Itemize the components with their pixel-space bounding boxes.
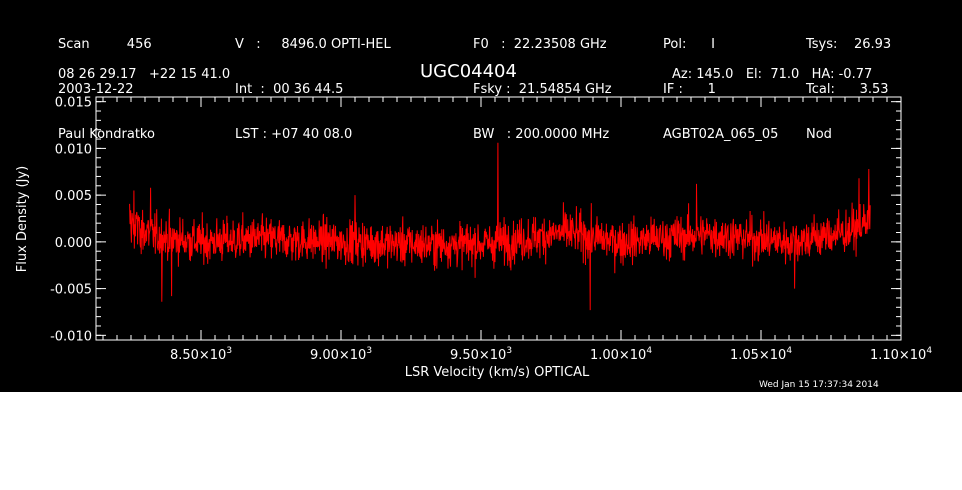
spectrum-chart: 0.015 0.010 0.005 0.000 -0.005 -0.010 8.50×103… — [15, 96, 932, 380]
y-tick-label: 0.000 — [55, 236, 92, 251]
y-tick-label: 0.005 — [55, 189, 92, 204]
y-tick-label: -0.010 — [50, 329, 92, 344]
x-tick-label: 8.50×103 — [170, 346, 232, 363]
series-layer — [129, 142, 871, 311]
y-tick-label: 0.010 — [55, 142, 92, 157]
y-tick-label: -0.005 — [50, 283, 92, 298]
x-axis-label: LSR Velocity (km/s) OPTICAL — [405, 365, 590, 380]
spectrum-series-line — [129, 142, 871, 311]
x-tick-label: 9.00×103 — [310, 346, 372, 363]
plot-panel: Scan 456 2003-12-22 Paul Kondratko V : 8… — [0, 0, 962, 392]
x-tick-label: 9.50×103 — [450, 346, 512, 363]
x-tick-label: 1.10×104 — [870, 346, 932, 363]
x-tick-label: 1.05×104 — [730, 346, 792, 363]
x-tick-label: 1.00×104 — [590, 346, 652, 363]
y-axis-label: Flux Density (Jy) — [15, 166, 30, 272]
y-tick-label: 0.015 — [55, 96, 92, 111]
